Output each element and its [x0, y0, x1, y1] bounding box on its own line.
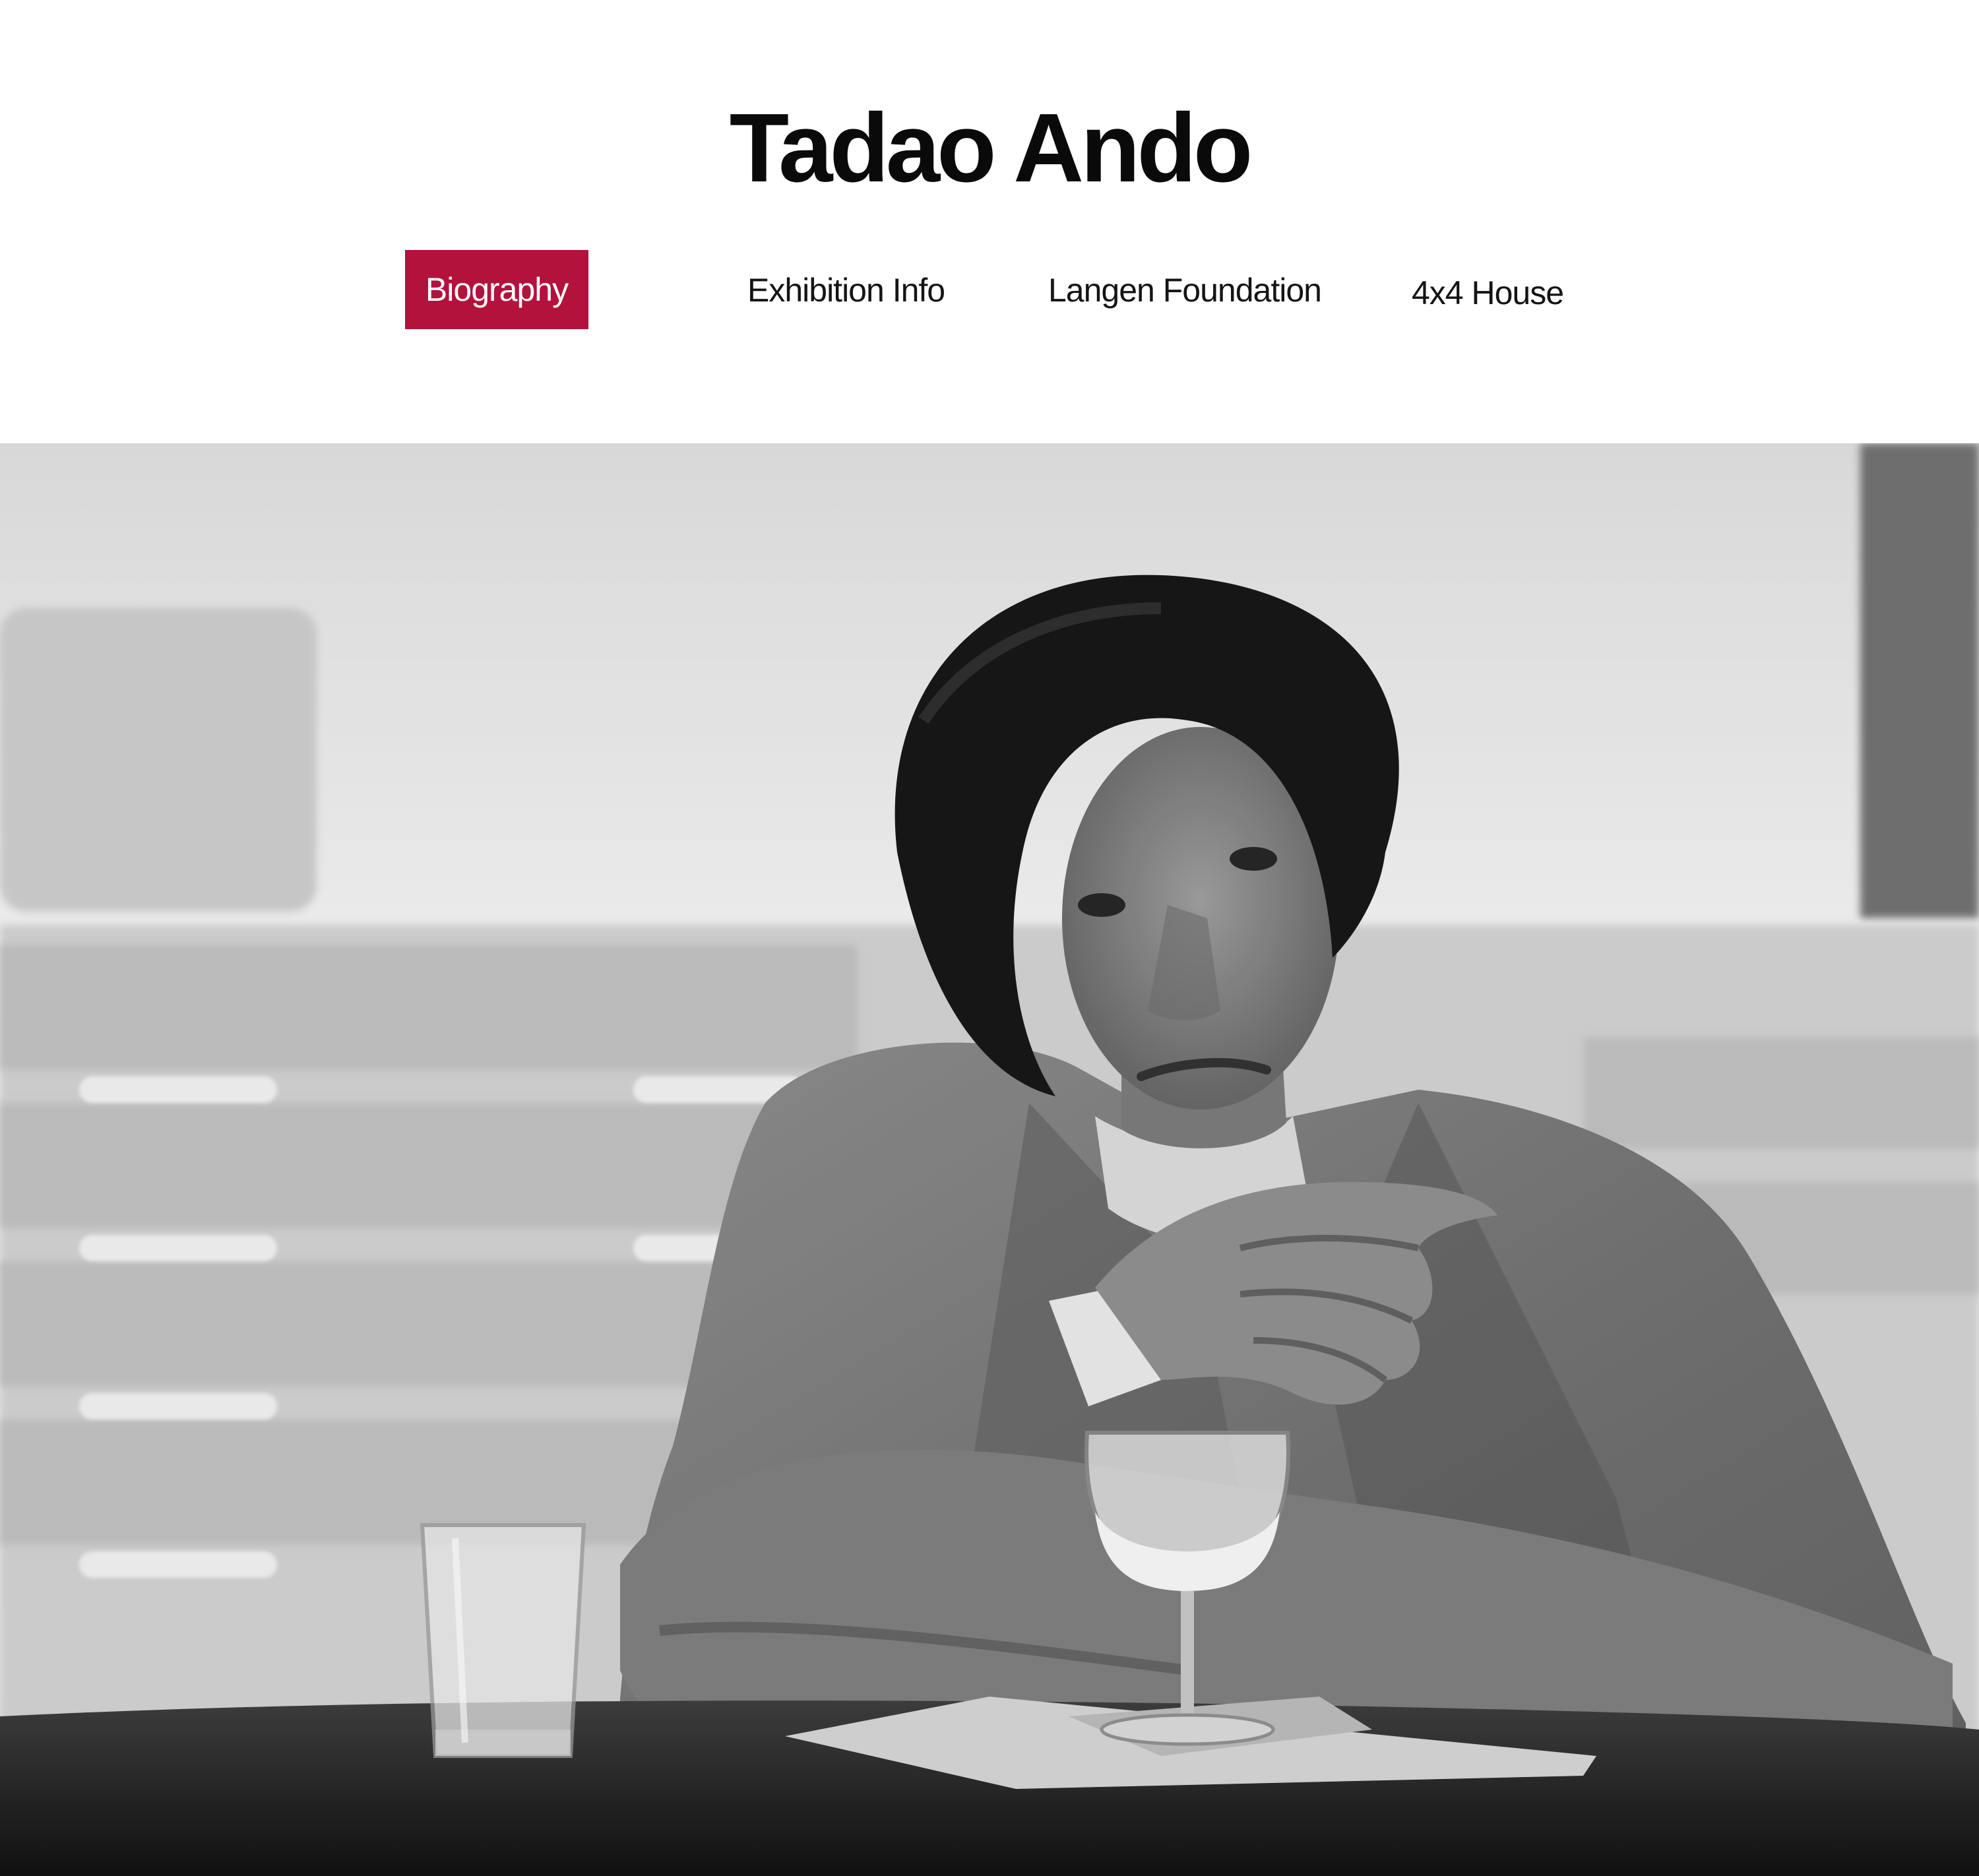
page-title: Tadao Ando: [729, 94, 1253, 203]
nav-4x4-house[interactable]: 4x4 House: [1412, 273, 1564, 313]
nav-langen-foundation[interactable]: Langen Foundation: [1048, 270, 1322, 310]
header: Tadao Ando Biography Exhibition Info Lan…: [0, 0, 1979, 443]
nav-biography[interactable]: Biography: [405, 250, 588, 329]
portrait-illustration: [0, 443, 1979, 1876]
nav-exhibition-info[interactable]: Exhibition Info: [747, 270, 945, 310]
page: Tadao Ando Biography Exhibition Info Lan…: [0, 0, 1979, 1876]
portrait-photo: [0, 443, 1979, 1876]
